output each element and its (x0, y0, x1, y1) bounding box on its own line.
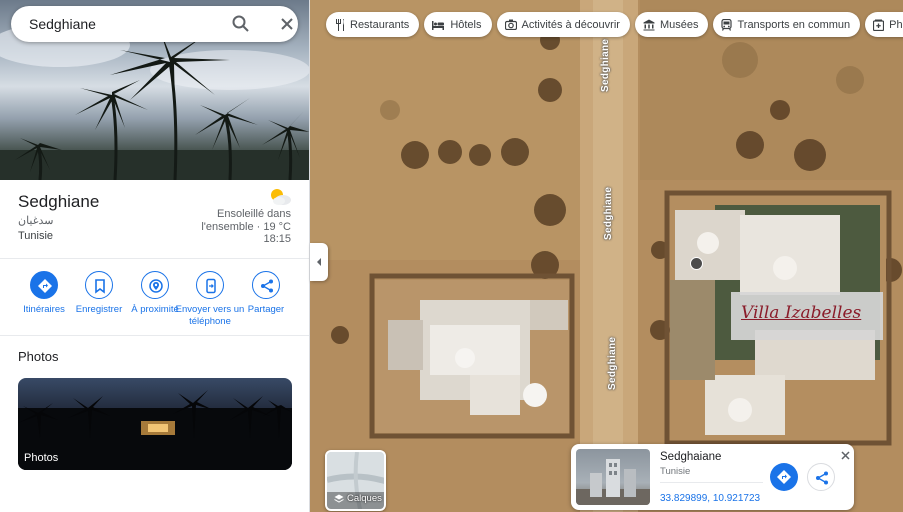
night-villa-photo (18, 390, 292, 470)
chip-pharmacy[interactable]: Pharm (865, 12, 903, 37)
partly-sunny-icon (268, 187, 292, 207)
search-input[interactable] (29, 15, 219, 33)
chip-transit[interactable]: Transports en commun (713, 12, 861, 37)
send-to-phone-icon (206, 278, 216, 294)
photos-card[interactable]: Photos (18, 378, 292, 470)
directions-icon (777, 470, 791, 484)
action-bar: Itinéraires Enregistrer À proximité Envo… (0, 269, 309, 335)
road-label: Sedghiane (607, 336, 618, 390)
place-info-card[interactable]: Sedghaiane Tunisie 33.829899, 10.921723 (571, 444, 854, 510)
share-icon (261, 279, 273, 293)
pharmacy-icon (873, 19, 885, 31)
divider (0, 258, 309, 259)
collapse-panel-button[interactable] (310, 243, 328, 281)
share-button[interactable]: Partager (231, 269, 301, 316)
info-card-name: Sedghaiane (660, 451, 722, 463)
villa-overlay-text: Villa Izabelles (741, 303, 862, 323)
place-country: Tunisie (18, 230, 54, 242)
divider (660, 482, 763, 483)
restaurant-icon (336, 18, 344, 31)
share-icon (816, 471, 828, 485)
info-card-coordinates[interactable]: 33.829899, 10.921723 (660, 493, 760, 504)
share-label: Partager (247, 304, 285, 315)
nearby-icon (149, 279, 163, 293)
chip-restaurants-label: Restaurants (350, 18, 410, 31)
search-box (11, 6, 298, 42)
chip-museums[interactable]: Musées (634, 12, 709, 37)
info-card-share-button[interactable] (807, 463, 835, 491)
bookmark-icon (95, 279, 105, 294)
chip-activities[interactable]: Activités à découvrir (496, 12, 630, 37)
layers-label: Calques (347, 493, 382, 504)
photos-heading: Photos (18, 349, 59, 364)
layers-icon (334, 494, 344, 503)
chevron-left-icon (317, 258, 321, 266)
building-photo (576, 459, 650, 505)
info-card-close-icon[interactable] (840, 448, 851, 460)
chip-transit-label: Transports en commun (737, 18, 851, 31)
road-label: Sedghiane (603, 186, 614, 240)
info-card-country: Tunisie (660, 466, 691, 477)
info-card-directions-button[interactable] (770, 463, 798, 491)
chip-museums-label: Musées (659, 18, 699, 31)
place-title: Sedghiane (18, 192, 100, 211)
satellite-map[interactable]: Restaurants Hôtels Activités à découvrir… (310, 0, 903, 512)
weather-info: Ensoleillé dans l'ensemble · 19 °C 18:15 (181, 208, 291, 246)
layers-button[interactable]: Calques (325, 450, 386, 511)
road-label: Sedghiane (600, 38, 611, 92)
layers-label-row: Calques (334, 493, 382, 504)
villa-overlay-label[interactable]: Villa Izabelles (731, 292, 883, 340)
chip-pharmacy-label: Pharm (889, 18, 903, 31)
place-native-name: سدغيان (18, 215, 54, 227)
chip-restaurants[interactable]: Restaurants (326, 12, 420, 37)
directions-icon (38, 279, 52, 293)
search-icon[interactable] (231, 14, 251, 34)
camera-icon (504, 19, 517, 30)
chip-hotels-label: Hôtels (450, 18, 482, 31)
chip-activities-label: Activités à découvrir (521, 18, 620, 31)
chip-hotels[interactable]: Hôtels (424, 12, 492, 37)
close-icon[interactable] (277, 14, 297, 34)
place-pin-icon[interactable] (690, 257, 703, 270)
hotel-icon (432, 20, 445, 30)
museum-icon (643, 19, 655, 30)
photos-card-label: Photos (24, 452, 59, 464)
category-chips: Restaurants Hôtels Activités à découvrir… (326, 12, 903, 37)
weather-time: 18:15 (263, 233, 291, 245)
weather-condition: Ensoleillé dans l'ensemble · 19 °C (201, 208, 291, 233)
transit-icon (721, 18, 733, 31)
place-thumbnail[interactable] (576, 449, 650, 505)
place-panel: Sedghiane سدغيان Tunisie Ensoleillé dans… (0, 0, 310, 512)
divider (0, 335, 309, 336)
